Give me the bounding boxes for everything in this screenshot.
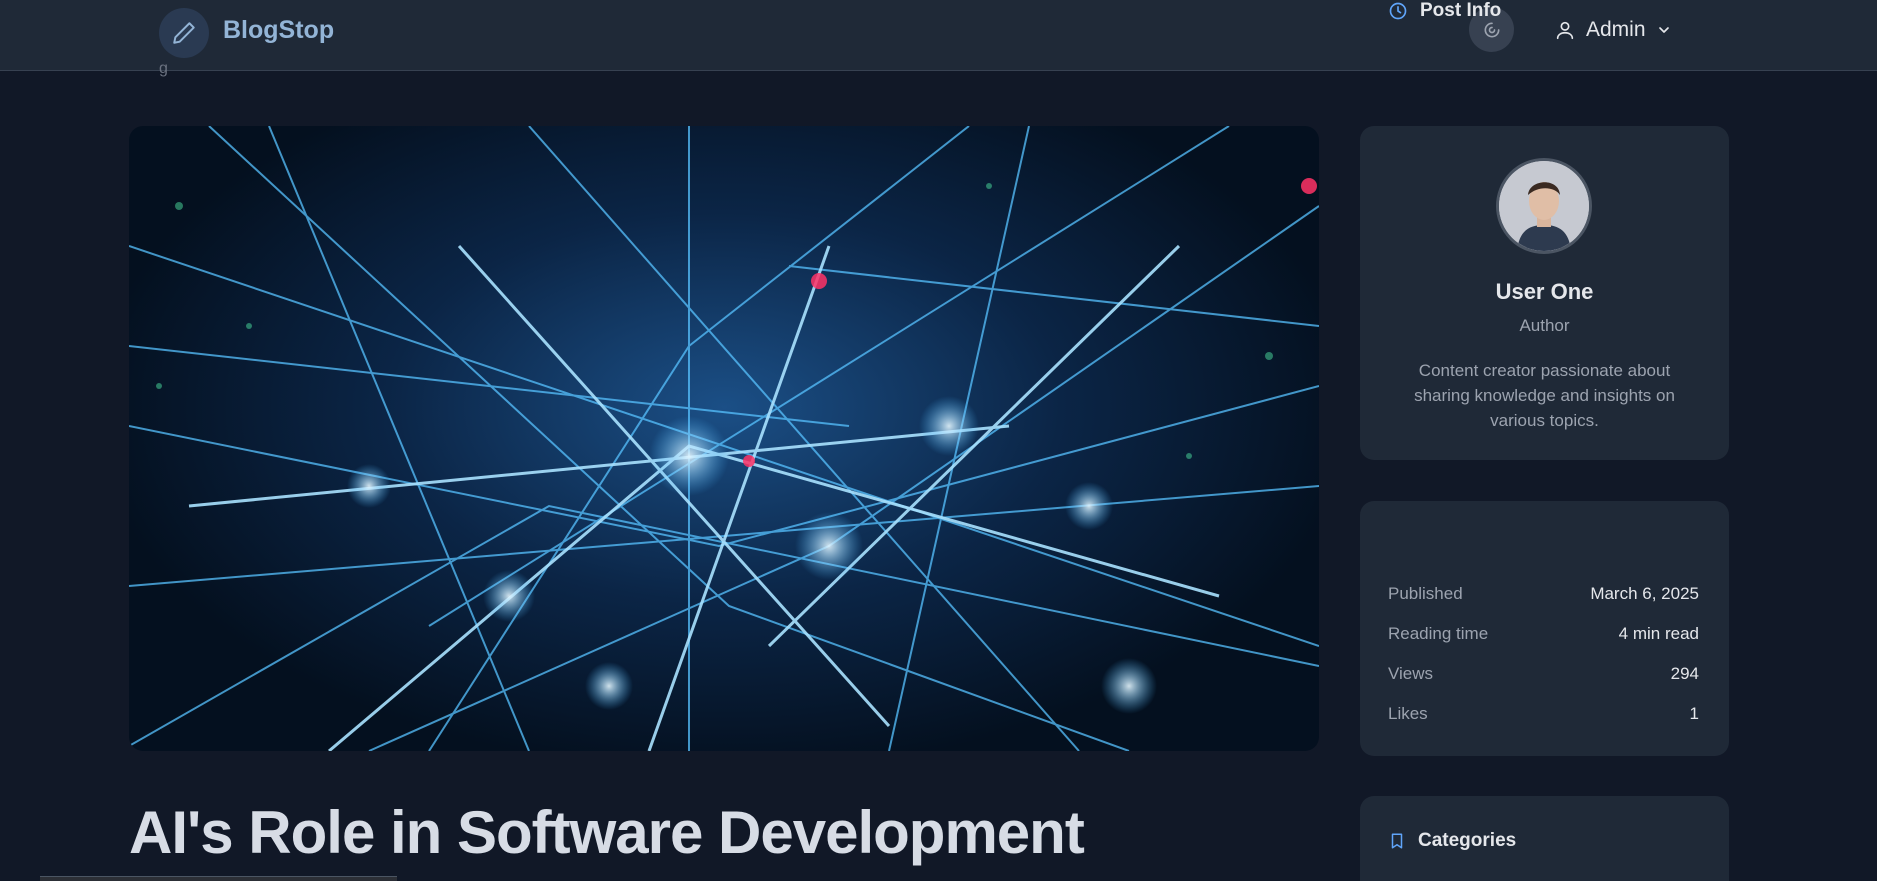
horizontal-scrollbar[interactable] (40, 876, 397, 881)
info-value: 1 (1689, 704, 1699, 723)
info-row-likes: Likes 1 (1388, 704, 1699, 724)
info-row-published: Published March 6, 2025 (1388, 584, 1699, 604)
info-label: Likes (1388, 704, 1428, 723)
info-row-views: Views 294 (1388, 664, 1699, 684)
breadcrumb-fragment: g (159, 60, 168, 77)
brand-name[interactable]: BlogStop (223, 16, 334, 45)
network-lights-illustration (129, 126, 1319, 751)
author-name[interactable]: User One (1360, 279, 1729, 305)
post-hero-image (129, 126, 1319, 751)
top-navbar: BlogStop Admin (0, 0, 1877, 71)
bookmark-icon (1391, 833, 1403, 849)
author-card: User One Author Content creator passiona… (1360, 126, 1729, 460)
clock-icon (1389, 2, 1407, 20)
pencil-icon[interactable] (159, 8, 209, 58)
info-value: March 6, 2025 (1590, 584, 1699, 603)
post-info-heading: Post Info (1388, 0, 1501, 22)
post-title: AI's Role in Software Development (129, 799, 1085, 866)
user-menu-label: Admin (1586, 18, 1646, 41)
user-menu[interactable]: Admin (1554, 14, 1672, 46)
avatar (1496, 158, 1592, 254)
info-row-reading-time: Reading time 4 min read (1388, 624, 1699, 644)
info-label: Published (1388, 584, 1463, 603)
info-value: 294 (1670, 664, 1699, 683)
info-label: Views (1388, 664, 1434, 683)
author-role: Author (1519, 316, 1570, 335)
chevron-down-icon (1658, 27, 1669, 33)
categories-title: Categories (1418, 830, 1517, 851)
user-icon (1556, 21, 1574, 40)
post-info-title: Post Info (1420, 0, 1502, 21)
categories-heading: Categories (1388, 830, 1516, 852)
author-bio: Content creator passionate about sharing… (1414, 361, 1675, 430)
info-label: Reading time (1388, 624, 1489, 643)
info-value: 4 min read (1618, 624, 1699, 643)
theme-toggle-icon (1484, 22, 1499, 37)
